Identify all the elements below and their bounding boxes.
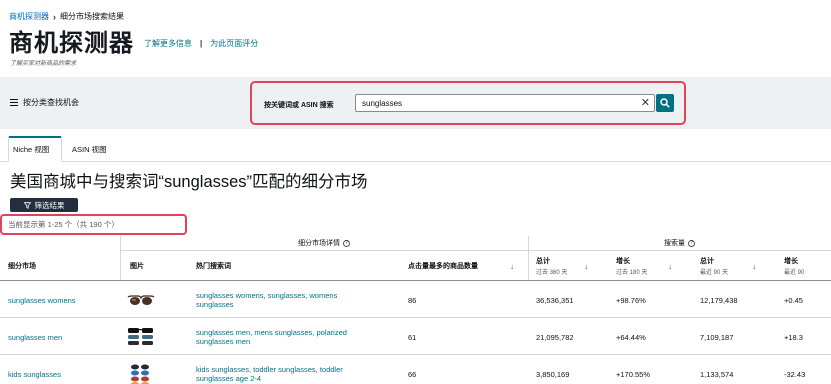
menu-icon xyxy=(10,99,18,106)
group-header-search-volume: 搜索量 ? xyxy=(528,236,831,251)
col-growth-180[interactable]: 增长 过去 180 天 ↓ xyxy=(616,251,688,281)
divider: | xyxy=(200,39,203,48)
tab-asin-view[interactable]: ASIN 视图 xyxy=(68,136,118,162)
search-volume-growth-90: +18.3 xyxy=(784,332,803,342)
result-count-box: 当前显示第 1-25 个（共 190 个） xyxy=(0,214,187,235)
sort-down-icon[interactable]: ↓ xyxy=(668,262,672,271)
search-volume-total-360: 3,850,169 xyxy=(536,369,570,379)
search-button[interactable] xyxy=(656,94,674,112)
browse-by-category-button[interactable]: 按分类查找机会 xyxy=(10,97,79,108)
col-growth-90-sublabel: 最近 90 xyxy=(784,270,805,276)
col-growth-90[interactable]: 增长 最近 90 xyxy=(784,251,831,281)
breadcrumb-root-link[interactable]: 商机探测器 xyxy=(9,11,49,22)
table-row: sunglasses womens sunglasses womens, sun… xyxy=(0,282,831,318)
header-links: 了解更多信息 | 为此页面评分 xyxy=(144,38,258,57)
search-volume-total-360: 36,536,351 xyxy=(536,295,574,305)
group-search-volume-label: 搜索量 xyxy=(664,240,685,247)
table-row: sunglasses men sunglasses men, mens sung… xyxy=(0,319,831,355)
search-volume-growth-180: +98.76% xyxy=(616,295,646,305)
search-panel: 按关键词或 ASIN 搜索 ✕ xyxy=(250,81,686,125)
sunglasses-thumbnail xyxy=(131,364,149,384)
help-icon[interactable]: ? xyxy=(343,239,350,247)
col-growth-180-label: 增长 xyxy=(616,258,630,265)
rate-page-link[interactable]: 为此页面评分 xyxy=(210,38,258,49)
breadcrumb-current: 细分市场搜索结果 xyxy=(60,12,124,21)
group-details-label: 细分市场详情 xyxy=(298,240,340,247)
col-image-label: 图片 xyxy=(130,263,144,270)
learn-more-link[interactable]: 了解更多信息 xyxy=(144,38,192,49)
page-subtitle: 了解买家对新商品的需求 xyxy=(10,61,77,67)
col-total-90-label: 总计 xyxy=(700,258,714,265)
sunglasses-thumbnail xyxy=(127,295,155,305)
view-tabs: Niche 视图 ASIN 视图 xyxy=(0,136,831,162)
filter-results-label: 筛选结果 xyxy=(34,200,65,210)
search-volume-growth-180: +64.44% xyxy=(616,332,646,342)
filter-icon xyxy=(23,201,31,209)
search-volume-total-90: 1,133,574 xyxy=(700,369,734,379)
breadcrumb: 商机探测器 › 细分市场搜索结果 xyxy=(9,11,124,22)
search-volume-total-90: 7,109,187 xyxy=(700,332,734,342)
search-band: 按分类查找机会 按关键词或 ASIN 搜索 ✕ xyxy=(0,77,831,129)
col-clicked-products-label: 点击量最多的商品数量 xyxy=(408,263,478,270)
search-volume-growth-180: +170.55% xyxy=(616,369,650,379)
filter-results-button[interactable]: 筛选结果 xyxy=(10,198,78,212)
clicked-products-count: 61 xyxy=(408,332,417,342)
col-total-360-sublabel: 过去 360 天 xyxy=(536,270,568,276)
search-volume-total-90: 12,179,438 xyxy=(700,295,738,305)
search-label: 按关键词或 ASIN 搜索 xyxy=(264,102,334,109)
sunglasses-thumbnail xyxy=(128,328,153,345)
col-total-360[interactable]: 总计 过去 360 天 ↓ xyxy=(536,251,608,281)
top-keywords[interactable]: sunglasses womens, sunglasses, womens su… xyxy=(196,282,356,318)
clicked-products-count: 86 xyxy=(408,295,417,305)
top-keywords[interactable]: sunglasses men, mens sunglasses, polariz… xyxy=(196,319,356,355)
search-volume-total-360: 21,095,782 xyxy=(536,332,574,342)
page-title: 商机探测器 xyxy=(9,30,134,57)
niche-link[interactable]: sunglasses men xyxy=(8,319,62,355)
sort-down-icon[interactable]: ↓ xyxy=(752,262,756,271)
help-icon[interactable]: ? xyxy=(688,239,695,247)
page-header: 商机探测器 了解更多信息 | 为此页面评分 xyxy=(9,31,258,57)
col-keywords-label: 热门搜索词 xyxy=(196,263,231,270)
sort-down-icon[interactable]: ↓ xyxy=(584,262,588,271)
niche-link[interactable]: kids sunglasses xyxy=(8,356,61,384)
col-niche[interactable]: 细分市场 xyxy=(8,251,36,281)
col-growth-180-sublabel: 过去 180 天 xyxy=(616,270,648,276)
search-input[interactable] xyxy=(356,96,626,110)
table-row: kids sunglasses kids sunglasses, toddler… xyxy=(0,356,831,384)
col-total-360-label: 总计 xyxy=(536,258,550,265)
tab-niche-view[interactable]: Niche 视图 xyxy=(8,136,62,162)
result-count: 当前显示第 1-25 个（共 190 个） xyxy=(8,220,119,229)
col-niche-label: 细分市场 xyxy=(8,263,36,270)
column-headers: 细分市场 图片 热门搜索词 点击量最多的商品数量 ↓ 总计 过去 360 天 ↓… xyxy=(0,251,831,281)
top-keywords[interactable]: kids sunglasses, toddler sunglasses, tod… xyxy=(196,356,356,384)
search-volume-growth-90: -32.43 xyxy=(784,369,806,379)
clear-icon[interactable]: ✕ xyxy=(641,96,650,109)
chevron-right-icon: › xyxy=(53,11,56,22)
col-keywords: 热门搜索词 xyxy=(196,251,231,281)
col-total-90[interactable]: 总计 最近 90 天 ↓ xyxy=(700,251,772,281)
niche-link[interactable]: sunglasses womens xyxy=(8,282,76,318)
search-volume-growth-90: +0.45 xyxy=(784,295,803,305)
col-clicked-products[interactable]: 点击量最多的商品数量 ↓ xyxy=(408,251,523,281)
search-box: ✕ xyxy=(355,94,655,112)
search-icon xyxy=(660,98,670,108)
group-header-details: 细分市场详情 ? xyxy=(120,236,528,251)
clicked-products-count: 66 xyxy=(408,369,417,379)
col-total-90-sublabel: 最近 90 天 xyxy=(700,270,729,276)
browse-by-category-label: 按分类查找机会 xyxy=(23,98,79,107)
col-image: 图片 xyxy=(130,251,144,281)
sort-down-icon[interactable]: ↓ xyxy=(510,262,514,271)
col-growth-90-label: 增长 xyxy=(784,258,798,265)
results-heading: 美国商城中与搜索词“sunglasses”匹配的细分市场 xyxy=(10,173,368,191)
